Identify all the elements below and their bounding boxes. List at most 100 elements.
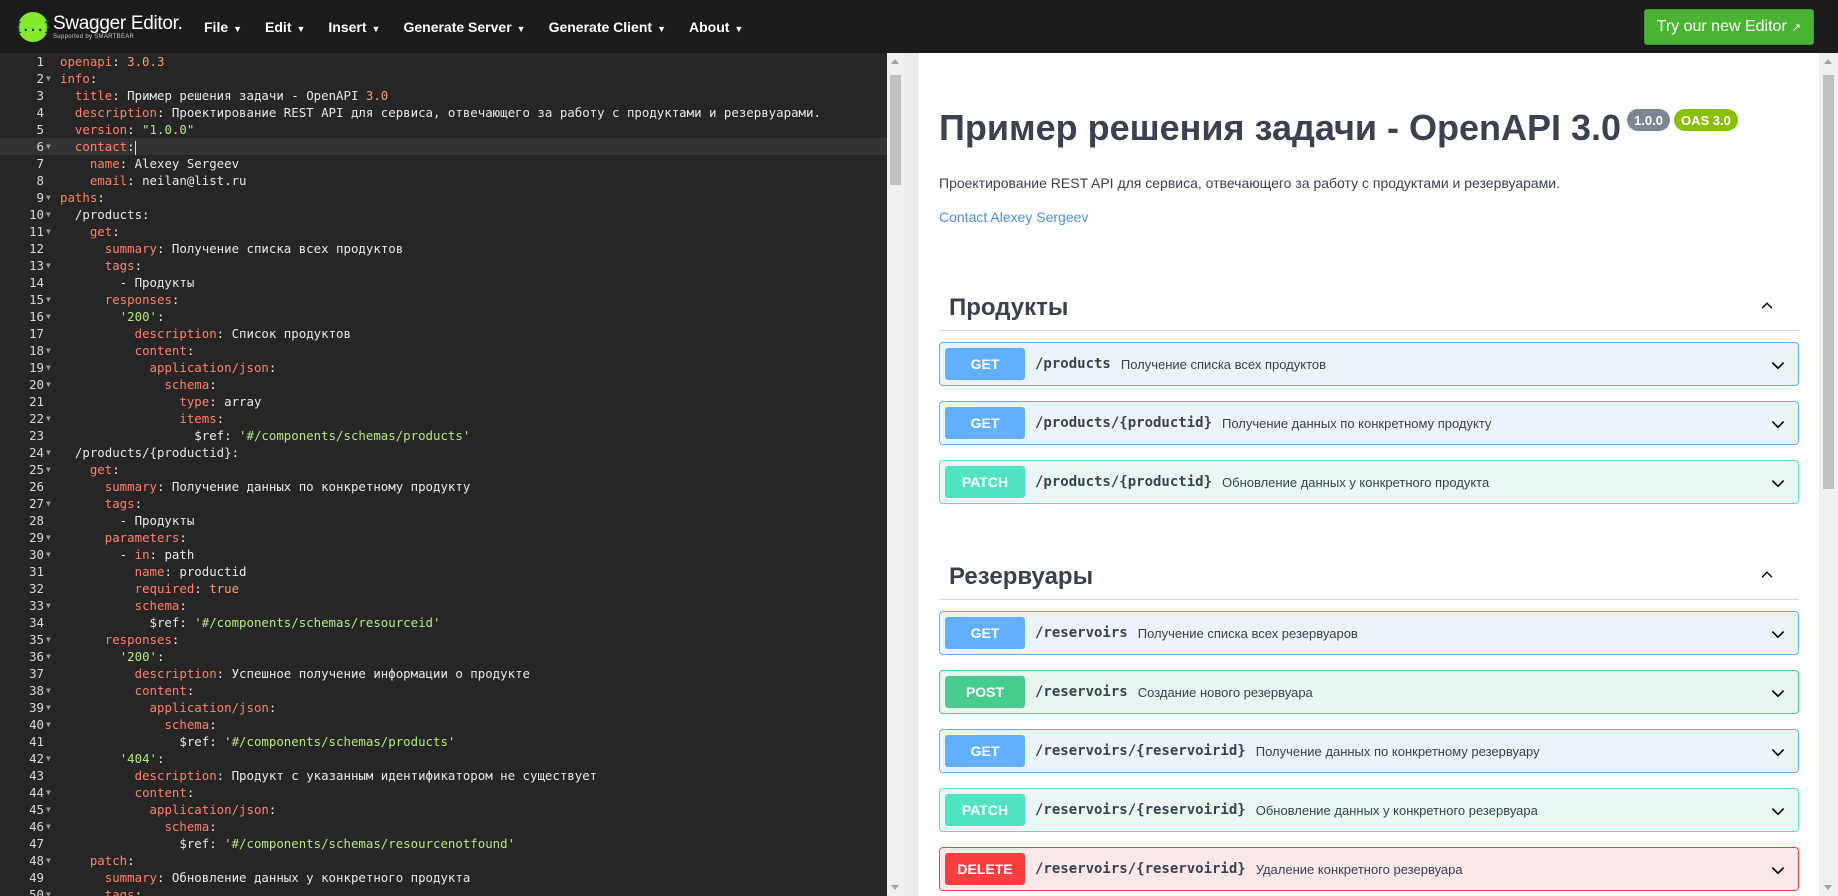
code-line[interactable]: 29 ▼ parameters:	[0, 529, 887, 546]
code-line[interactable]: 17 description: Список продуктов	[0, 325, 887, 342]
fold-toggle-icon[interactable]: ▼	[46, 682, 51, 699]
menu-edit[interactable]: Edit ▼	[265, 19, 305, 35]
code-line[interactable]: 34 $ref: '#/components/schemas/resourcei…	[0, 614, 887, 631]
chevron-down-icon[interactable]	[1770, 862, 1786, 878]
chevron-down-icon[interactable]	[1770, 416, 1786, 432]
operation-patch[interactable]: PATCH/reservoirs/{reservoirid} Обновление…	[939, 788, 1799, 832]
code-line[interactable]: 45 ▼ application/json:	[0, 801, 887, 818]
chevron-down-icon[interactable]	[1770, 357, 1786, 373]
fold-toggle-icon[interactable]: ▼	[46, 546, 51, 563]
code-line[interactable]: 10 ▼ /products:	[0, 206, 887, 223]
try-new-editor-button[interactable]: Try our new Editor ↗	[1643, 9, 1814, 45]
editor-scrollbar[interactable]	[887, 53, 904, 896]
preview-scroll-thumb[interactable]	[1823, 75, 1834, 489]
operation-get[interactable]: GET/products Получение списка всех продук…	[939, 342, 1799, 386]
code-line[interactable]: 40 ▼ schema:	[0, 716, 887, 733]
fold-toggle-icon[interactable]: ▼	[46, 699, 51, 716]
code-line[interactable]: 43 description: Продукт с указанным иден…	[0, 767, 887, 784]
code-editor[interactable]: 1 openapi: 3.0.3 2 ▼ info: 3 title: Пример ре…	[0, 53, 887, 896]
code-line[interactable]: 2 ▼ info:	[0, 70, 887, 87]
fold-toggle-icon[interactable]: ▼	[46, 818, 51, 835]
fold-toggle-icon[interactable]: ▼	[46, 495, 51, 512]
code-line[interactable]: 7 name: Alexey Sergeev	[0, 155, 887, 172]
fold-toggle-icon[interactable]: ▼	[46, 886, 51, 896]
operation-delete[interactable]: DELETE/reservoirs/{reservoirid} Удаление …	[939, 847, 1799, 891]
code-line[interactable]: 42 ▼ '404':	[0, 750, 887, 767]
operation-get[interactable]: GET/reservoirs/{reservoirid} Получение да…	[939, 729, 1799, 773]
code-line[interactable]: 4 description: Проектирование REST API д…	[0, 104, 887, 121]
chevron-up-icon[interactable]	[1760, 299, 1774, 313]
code-line[interactable]: 6 ▼ contact:	[0, 138, 887, 155]
operation-post[interactable]: POST/reservoirs Создание нового резервуар…	[939, 670, 1799, 714]
chevron-down-icon[interactable]	[1770, 475, 1786, 491]
code-line[interactable]: 49 summary: Обновление данных у конкретн…	[0, 869, 887, 886]
fold-toggle-icon[interactable]: ▼	[46, 461, 51, 478]
code-line[interactable]: 3 title: Пример решения задачи - OpenAPI…	[0, 87, 887, 104]
code-line[interactable]: 14 - Продукты	[0, 274, 887, 291]
code-line[interactable]: 50 ▼ tags:	[0, 886, 887, 896]
fold-toggle-icon[interactable]: ▼	[46, 376, 51, 393]
fold-toggle-icon[interactable]: ▼	[46, 189, 51, 206]
code-line[interactable]: 44 ▼ content:	[0, 784, 887, 801]
code-line[interactable]: 41 $ref: '#/components/schemas/products'	[0, 733, 887, 750]
code-line[interactable]: 8 email: neilan@list.ru	[0, 172, 887, 189]
code-line[interactable]: 19 ▼ application/json:	[0, 359, 887, 376]
fold-toggle-icon[interactable]: ▼	[46, 70, 51, 87]
editor-code-area[interactable]: 1 openapi: 3.0.3 2 ▼ info: 3 title: Пример ре…	[0, 53, 887, 896]
code-line[interactable]: 18 ▼ content:	[0, 342, 887, 359]
scroll-up-arrow-icon[interactable]	[891, 59, 899, 64]
fold-toggle-icon[interactable]: ▼	[46, 308, 51, 325]
code-line[interactable]: 21 type: array	[0, 393, 887, 410]
code-line[interactable]: 1 openapi: 3.0.3	[0, 53, 887, 70]
code-line[interactable]: 24 ▼ /products/{productid}:	[0, 444, 887, 461]
fold-toggle-icon[interactable]: ▼	[46, 529, 51, 546]
tag-section-header[interactable]: Продукты	[939, 285, 1799, 331]
code-line[interactable]: 31 name: productid	[0, 563, 887, 580]
code-line[interactable]: 27 ▼ tags:	[0, 495, 887, 512]
code-line[interactable]: 16 ▼ '200':	[0, 308, 887, 325]
operation-get[interactable]: GET/reservoirs Получение списка всех резе…	[939, 611, 1799, 655]
fold-toggle-icon[interactable]: ▼	[46, 410, 51, 427]
fold-toggle-icon[interactable]: ▼	[46, 631, 51, 648]
scroll-up-arrow-icon[interactable]	[1824, 59, 1832, 64]
fold-toggle-icon[interactable]: ▼	[46, 206, 51, 223]
chevron-down-icon[interactable]	[1770, 685, 1786, 701]
pane-divider[interactable]	[904, 53, 919, 896]
code-line[interactable]: 9 ▼ paths:	[0, 189, 887, 206]
fold-toggle-icon[interactable]: ▼	[46, 291, 51, 308]
menu-file[interactable]: File ▼	[204, 19, 242, 35]
fold-toggle-icon[interactable]: ▼	[46, 342, 51, 359]
menu-generate-client[interactable]: Generate Client ▼	[549, 19, 666, 35]
operation-get[interactable]: GET/products/{productid} Получение данных…	[939, 401, 1799, 445]
menu-about[interactable]: About ▼	[689, 19, 743, 35]
scroll-down-arrow-icon[interactable]	[1824, 885, 1832, 890]
editor-scroll-thumb[interactable]	[890, 75, 901, 185]
code-line[interactable]: 39 ▼ application/json:	[0, 699, 887, 716]
code-line[interactable]: 48 ▼ patch:	[0, 852, 887, 869]
code-line[interactable]: 11 ▼ get:	[0, 223, 887, 240]
chevron-down-icon[interactable]	[1770, 803, 1786, 819]
code-line[interactable]: 35 ▼ responses:	[0, 631, 887, 648]
preview-scrollbar[interactable]	[1819, 53, 1838, 896]
code-line[interactable]: 36 ▼ '200':	[0, 648, 887, 665]
fold-toggle-icon[interactable]: ▼	[46, 444, 51, 461]
code-line[interactable]: 30 ▼ - in: path	[0, 546, 887, 563]
fold-toggle-icon[interactable]: ▼	[46, 750, 51, 767]
fold-toggle-icon[interactable]: ▼	[46, 801, 51, 818]
code-line[interactable]: 32 required: true	[0, 580, 887, 597]
code-line[interactable]: 47 $ref: '#/components/schemas/resourcen…	[0, 835, 887, 852]
code-line[interactable]: 46 ▼ schema:	[0, 818, 887, 835]
code-line[interactable]: 33 ▼ schema:	[0, 597, 887, 614]
fold-toggle-icon[interactable]: ▼	[46, 257, 51, 274]
code-line[interactable]: 15 ▼ responses:	[0, 291, 887, 308]
chevron-down-icon[interactable]	[1770, 626, 1786, 642]
code-line[interactable]: 20 ▼ schema:	[0, 376, 887, 393]
code-line[interactable]: 22 ▼ items:	[0, 410, 887, 427]
operation-patch[interactable]: PATCH/products/{productid} Обновление дан…	[939, 460, 1799, 504]
tag-section-header[interactable]: Резервуары	[939, 554, 1799, 600]
code-line[interactable]: 38 ▼ content:	[0, 682, 887, 699]
contact-link[interactable]: Contact Alexey Sergeev	[939, 209, 1088, 225]
code-line[interactable]: 37 description: Успешное получение инфор…	[0, 665, 887, 682]
code-line[interactable]: 25 ▼ get:	[0, 461, 887, 478]
fold-toggle-icon[interactable]: ▼	[46, 223, 51, 240]
